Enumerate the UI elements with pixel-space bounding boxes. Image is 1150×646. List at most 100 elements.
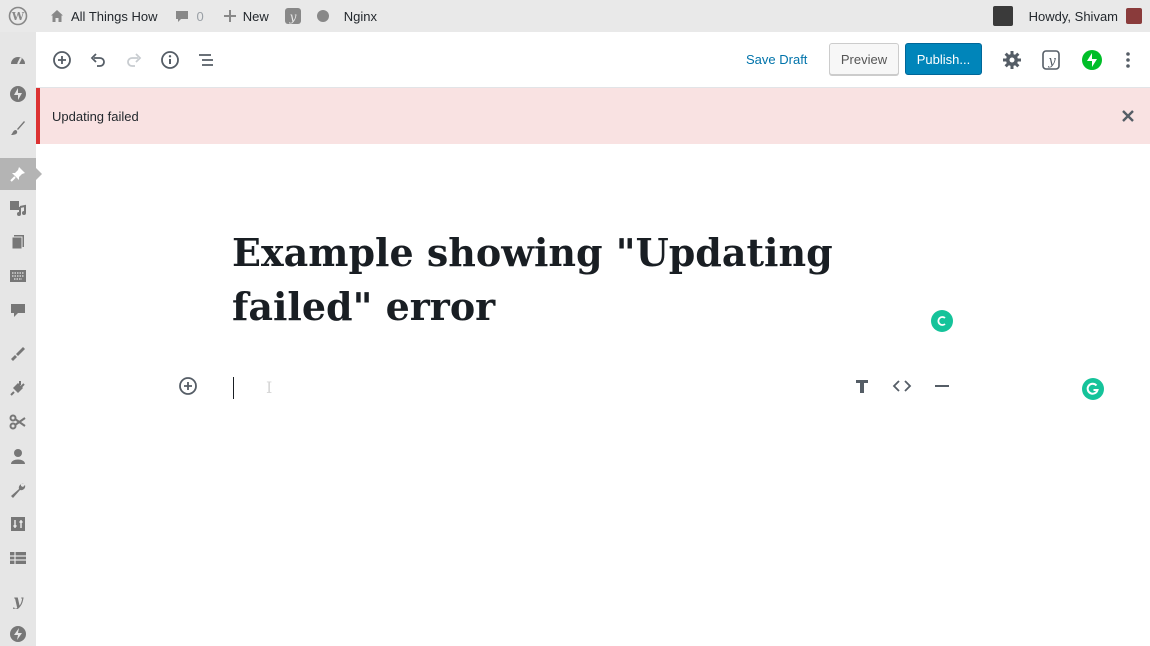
sidebar-item-users[interactable]	[8, 446, 28, 466]
close-icon	[1122, 110, 1134, 122]
user-icon	[11, 449, 25, 464]
site-name-link[interactable]: All Things How	[35, 0, 164, 32]
sidebar-item-tablepress[interactable]	[8, 548, 28, 568]
minus-icon	[935, 385, 949, 387]
sidebar-item-appearance-brush[interactable]	[8, 118, 28, 138]
sidebar-item-appearance[interactable]	[8, 344, 28, 364]
editor-toolbar: Save Draft Preview Publish... y	[36, 32, 1150, 88]
wordpress-icon: W	[8, 6, 28, 26]
sidebar-item-jetpack[interactable]	[8, 84, 28, 104]
info-icon	[161, 51, 179, 69]
block-inserter-button[interactable]	[178, 376, 198, 396]
yoast-icon: y	[12, 591, 24, 609]
nginx-label: Nginx	[343, 8, 377, 24]
sliders-icon	[11, 517, 25, 531]
site-name: All Things How	[71, 8, 158, 24]
grammarly-title-icon[interactable]	[931, 310, 953, 332]
undo-icon	[90, 53, 105, 67]
pin-icon	[10, 167, 25, 182]
post-title[interactable]: Example showing "Updating failed" error	[232, 226, 952, 334]
redo-button[interactable]	[122, 48, 146, 72]
list-icon	[199, 54, 213, 66]
admin-bar: W All Things How 0 New y Nginx Howdy, Sh…	[0, 0, 1150, 32]
grammarly-editor-icon[interactable]	[1082, 378, 1104, 400]
media-icon	[10, 201, 26, 216]
plus-icon	[223, 10, 236, 22]
redo-icon	[127, 53, 142, 67]
more-menu-button[interactable]	[1116, 48, 1140, 72]
yoast-link[interactable]: y	[276, 0, 309, 32]
sidebar-item-media[interactable]	[8, 198, 28, 218]
sidebar-item-snippets[interactable]	[8, 412, 28, 432]
yoast-icon: y	[1042, 50, 1060, 70]
plug-icon	[10, 381, 25, 396]
comments-link[interactable]: 0	[164, 0, 210, 32]
notice-text: Updating failed	[52, 109, 139, 124]
jetpack-icon	[1082, 50, 1102, 70]
lightning-icon	[10, 626, 26, 642]
nginx-link[interactable]: Nginx	[309, 0, 384, 32]
paintbrush-icon	[11, 347, 25, 361]
text-cursor	[233, 377, 234, 399]
more-vertical-icon	[1126, 52, 1130, 68]
svg-text:W: W	[11, 10, 25, 23]
sidebar-item-forms[interactable]	[8, 266, 28, 286]
publish-button[interactable]: Publish...	[905, 43, 982, 75]
add-separator-block-button[interactable]	[932, 376, 952, 396]
error-notice: Updating failed	[36, 88, 1150, 144]
settings-button[interactable]	[1000, 48, 1024, 72]
preview-button[interactable]: Preview	[829, 43, 899, 75]
sidebar-item-comments[interactable]	[8, 300, 28, 320]
empty-paragraph-block[interactable]: I	[266, 378, 272, 397]
comment-icon	[176, 11, 189, 22]
plus-circle-icon	[179, 377, 197, 395]
block-navigation-button[interactable]	[194, 48, 218, 72]
sidebar-item-posts[interactable]	[8, 164, 28, 184]
brush-icon	[11, 121, 25, 135]
wrench-icon	[11, 483, 26, 498]
plus-circle-icon	[53, 51, 71, 69]
status-dot-icon	[316, 10, 329, 22]
comment-icon	[11, 304, 25, 317]
grammarly-icon	[1086, 382, 1099, 395]
sidebar-item-amp[interactable]	[8, 624, 28, 644]
add-html-block-button[interactable]	[892, 376, 912, 396]
gear-icon	[1003, 51, 1021, 69]
content-info-button[interactable]	[158, 48, 182, 72]
avatar[interactable]	[1126, 8, 1142, 24]
text-icon	[856, 380, 868, 393]
new-label: New	[242, 8, 269, 24]
add-block-button[interactable]	[50, 48, 74, 72]
keyboard-icon	[10, 270, 26, 282]
yoast-seo-button[interactable]: y	[1040, 48, 1064, 72]
svg-text:y: y	[1047, 54, 1056, 69]
howdy-user[interactable]: Howdy, Shivam	[1029, 9, 1118, 24]
grammarly-icon	[937, 316, 946, 326]
admin-sidebar: y	[0, 32, 42, 646]
site-thumbnail[interactable]	[992, 6, 1013, 26]
sidebar-item-dashboard[interactable]	[8, 50, 28, 70]
new-content-link[interactable]: New	[211, 0, 276, 32]
wordpress-logo-button[interactable]: W	[0, 0, 35, 32]
sidebar-item-tools[interactable]	[8, 480, 28, 500]
pages-icon	[11, 235, 24, 250]
home-icon	[51, 10, 63, 22]
sidebar-item-settings[interactable]	[8, 514, 28, 534]
dismiss-notice-button[interactable]	[1120, 108, 1136, 124]
dashboard-icon	[11, 57, 25, 65]
sidebar-item-seo[interactable]: y	[8, 590, 28, 610]
add-paragraph-block-button[interactable]	[852, 376, 872, 396]
scissors-icon	[9, 414, 26, 430]
jetpack-button[interactable]	[1080, 48, 1104, 72]
sidebar-item-plugins[interactable]	[8, 378, 28, 398]
code-icon	[892, 380, 912, 392]
sidebar-item-pages[interactable]	[8, 232, 28, 252]
yoast-icon: y	[284, 8, 301, 24]
svg-text:y: y	[12, 591, 24, 609]
svg-text:y: y	[288, 10, 296, 24]
jetpack-icon	[10, 86, 26, 102]
save-draft-button[interactable]: Save Draft	[746, 52, 807, 67]
undo-button[interactable]	[86, 48, 110, 72]
table-icon	[10, 552, 26, 564]
comments-count: 0	[196, 8, 204, 24]
